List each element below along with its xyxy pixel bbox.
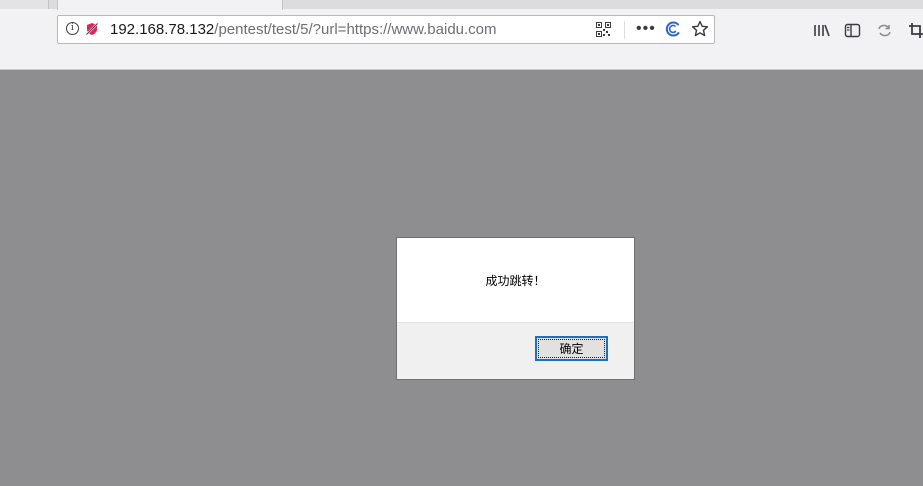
screenshot-icon[interactable] [908, 22, 923, 39]
tracking-protection-icon[interactable] [85, 22, 99, 36]
tab-previous[interactable] [0, 0, 49, 9]
alert-dialog-body: 成功跳转！ [397, 238, 634, 323]
alert-message: 成功跳转！ [485, 274, 546, 288]
alert-dialog: 成功跳转！ 确定 [396, 237, 635, 380]
tab-strip [0, 0, 923, 10]
pocket-icon[interactable] [664, 21, 681, 38]
page-actions-icon[interactable]: ••• [636, 20, 656, 38]
url-text[interactable]: 192.168.78.132/pentest/test/5/?url=https… [110, 21, 497, 39]
bookmark-star-icon[interactable] [691, 20, 709, 38]
tab-active[interactable] [57, 0, 283, 10]
browser-chrome: i 192.168.78.132/pentest/test/5/?url=htt… [0, 0, 923, 70]
address-bar[interactable]: i 192.168.78.132/pentest/test/5/?url=htt… [57, 15, 715, 44]
ok-button[interactable]: 确定 [535, 336, 608, 361]
address-bar-separator [624, 21, 625, 39]
url-host: 192.168.78.132 [110, 21, 215, 38]
url-path: /pentest/test/5/?url=https://www.baidu.c… [214, 21, 497, 38]
info-icon[interactable]: i [66, 22, 79, 35]
sync-icon[interactable] [876, 22, 893, 39]
sidebar-icon[interactable] [844, 22, 861, 39]
library-icon[interactable] [813, 22, 830, 39]
qr-code-icon[interactable] [596, 22, 611, 37]
